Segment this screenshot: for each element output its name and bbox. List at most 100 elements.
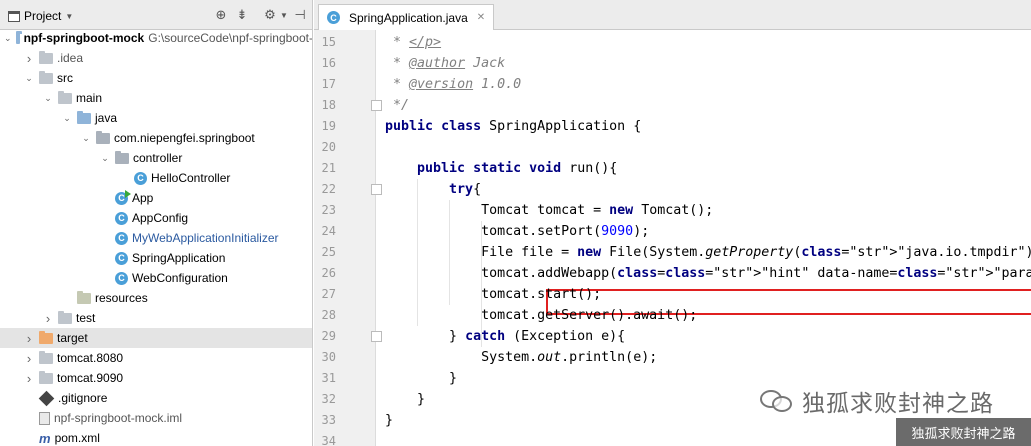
line-number: 15 xyxy=(321,35,336,49)
tree-item-label: tomcat.8080 xyxy=(57,351,124,365)
line-number: 17 xyxy=(321,77,336,91)
line-number: 34 xyxy=(321,434,336,446)
chevron-down-icon[interactable]: ⌄ xyxy=(61,112,73,124)
close-icon[interactable]: ✕ xyxy=(477,12,485,23)
tree-item-webconfiguration[interactable]: C WebConfiguration xyxy=(0,268,312,288)
folder-icon xyxy=(39,70,53,84)
java-class-icon: C xyxy=(115,211,128,225)
tree-item-npf-springboot-mock-iml[interactable]: npf-springboot-mock.iml xyxy=(0,408,312,428)
tab-springapplication[interactable]: C SpringApplication.java ✕ xyxy=(318,4,495,30)
project-window-icon xyxy=(8,10,20,22)
code-line[interactable]: tomcat.getServer().await(); xyxy=(385,305,697,326)
chevron-right-icon[interactable]: › xyxy=(42,311,54,326)
code-line[interactable]: */ xyxy=(385,95,409,116)
tree-item-label: App xyxy=(132,191,154,205)
tree-item-pom-xml[interactable]: m pom.xml xyxy=(0,428,312,446)
chevron-down-icon: ▼ xyxy=(65,11,74,21)
code-line[interactable]: } xyxy=(385,368,457,389)
chevron-down-icon[interactable]: ⌄ xyxy=(4,32,12,44)
code-line[interactable]: public static void run(){ xyxy=(385,158,617,179)
watermark-strip: 独孤求败封神之路 xyxy=(896,418,1031,446)
tree-item-main[interactable]: ⌄ main xyxy=(0,88,312,108)
tree-item-label: target xyxy=(57,331,88,345)
chevron-down-icon[interactable]: ▼ xyxy=(276,7,292,23)
tree-item-label: test xyxy=(76,311,96,325)
folder-icon xyxy=(58,90,72,104)
line-number: 16 xyxy=(321,56,336,70)
tree-item-label: controller xyxy=(133,151,183,165)
line-number: 27 xyxy=(321,287,336,301)
watermark-text: 独孤求败封神之路 xyxy=(802,391,994,417)
tree-item-npf-springboot-mock[interactable]: ⌄ npf-springboot-mock G:\sourceCode\npf-sp… xyxy=(0,28,312,48)
target-icon[interactable]: ⊕ xyxy=(213,7,229,23)
tree-item-app[interactable]: C App xyxy=(0,188,312,208)
line-number: 30 xyxy=(321,350,336,364)
excluded-folder-icon xyxy=(39,330,53,344)
code-line[interactable]: * @version 1.0.0 xyxy=(385,74,521,95)
code-line[interactable]: } catch (Exception e){ xyxy=(385,326,625,347)
tree-item-java[interactable]: ⌄ java xyxy=(0,108,312,128)
tree-item-controller[interactable]: ⌄ controller xyxy=(0,148,312,168)
line-number: 28 xyxy=(321,308,336,322)
code-line[interactable]: System.out.println(e); xyxy=(385,347,657,368)
chevron-down-icon[interactable]: ⌄ xyxy=(80,132,92,144)
chevron-down-icon[interactable]: ⌄ xyxy=(23,72,35,84)
tree-item-mywebapplicationinitializer[interactable]: C MyWebApplicationInitializer xyxy=(0,228,312,248)
project-tool-window: Project ▼ ⊕ ⇟ ⚙ ▼ ⊣ ⌄ npf-springboot-mock… xyxy=(0,0,313,446)
chevron-right-icon[interactable]: › xyxy=(23,51,35,66)
chevron-right-icon[interactable]: › xyxy=(23,331,35,346)
tree-item-label: main xyxy=(76,91,103,105)
tree-item-label: MyWebApplicationInitializer xyxy=(132,231,279,245)
code-line[interactable]: public class SpringApplication { xyxy=(385,116,641,137)
module-file-icon xyxy=(39,411,50,425)
folder-icon xyxy=(39,370,53,384)
line-number-gutter: 15 16 17 18 19 20 21 22 23 24 25 26 27 28 29 30 31 32 33 34 xyxy=(314,30,382,446)
tree-item-label: SpringApplication xyxy=(132,251,226,265)
chevron-right-icon[interactable]: › xyxy=(23,351,35,366)
tree-item-tomcat-9090[interactable]: › tomcat.9090 xyxy=(0,368,312,388)
tree-item-label: resources xyxy=(95,291,148,305)
chevron-down-icon[interactable]: ⌄ xyxy=(42,92,54,104)
indent-guide xyxy=(417,179,419,326)
tree-item-target[interactable]: › target xyxy=(0,328,312,348)
chevron-right-icon[interactable]: › xyxy=(23,371,35,386)
chevron-down-icon[interactable]: ⌄ xyxy=(99,152,111,164)
code-line[interactable]: } xyxy=(385,389,425,410)
tree-item-hellocontroller[interactable]: C HelloController xyxy=(0,168,312,188)
folder-icon xyxy=(39,50,53,64)
tree-item-resources[interactable]: resources xyxy=(0,288,312,308)
tree-item-test[interactable]: › test xyxy=(0,308,312,328)
tree-item-label: AppConfig xyxy=(132,211,189,225)
java-class-icon: C xyxy=(115,231,128,245)
tree-item-springapplication[interactable]: C SpringApplication xyxy=(0,248,312,268)
git-file-icon xyxy=(38,390,55,406)
line-number: 29 xyxy=(321,329,336,343)
project-view-selector[interactable]: Project ▼ xyxy=(8,8,73,24)
code-line[interactable]: * </p> xyxy=(385,32,441,53)
tree-item-src[interactable]: ⌄ src xyxy=(0,68,312,88)
line-number: 31 xyxy=(321,371,336,385)
package-icon xyxy=(96,130,110,144)
tree-item-com-niepengfei-springboot[interactable]: ⌄ com.niepengfei.springboot xyxy=(0,128,312,148)
tree-item-label: npf-springboot-mock.iml xyxy=(54,411,183,425)
tree-item-gitignore[interactable]: .gitignore xyxy=(0,388,312,408)
line-number: 24 xyxy=(321,224,336,238)
tree-item-idea[interactable]: › .idea xyxy=(0,48,312,68)
code-line[interactable]: tomcat.setPort(9090); xyxy=(385,221,649,242)
tree-item-tomcat-8080[interactable]: › tomcat.8080 xyxy=(0,348,312,368)
hide-panel-icon[interactable]: ⊣ xyxy=(292,7,308,23)
project-toolbar: Project ▼ ⊕ ⇟ ⚙ ▼ ⊣ xyxy=(0,0,312,30)
code-line[interactable]: try{ xyxy=(385,179,481,200)
collapse-split-icon[interactable]: ⇟ xyxy=(234,7,250,23)
tree-item-appconfig[interactable]: C AppConfig xyxy=(0,208,312,228)
code-line[interactable]: Tomcat tomcat = new Tomcat(); xyxy=(385,200,713,221)
code-line[interactable]: * @author Jack xyxy=(385,53,505,74)
code-line[interactable]: } xyxy=(385,410,393,431)
